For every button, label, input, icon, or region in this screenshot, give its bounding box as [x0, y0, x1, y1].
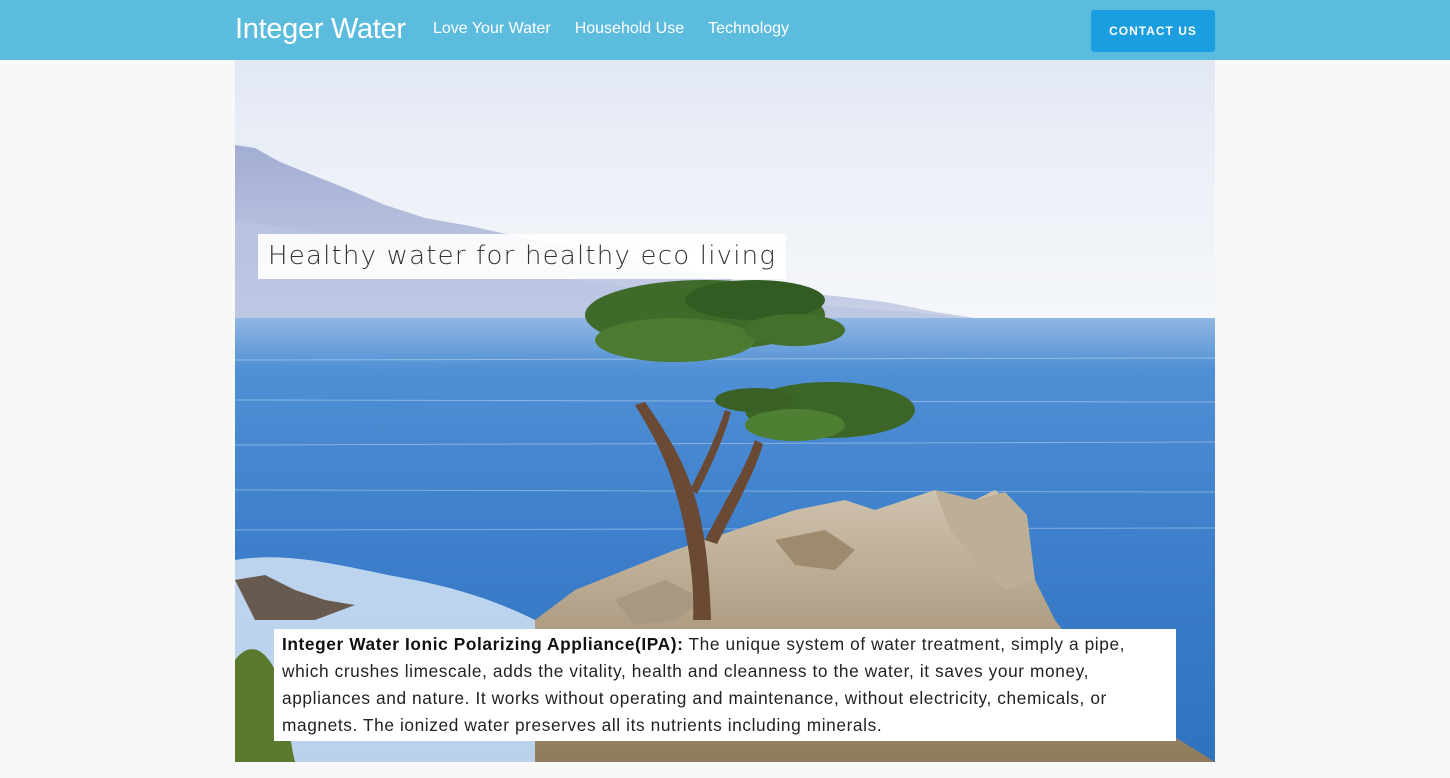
nav-household-use[interactable]: Household Use [575, 19, 684, 39]
site-header: Integer Water Love Your Water Household … [0, 0, 1450, 60]
product-description: Integer Water Ionic Polarizing Appliance… [274, 629, 1176, 741]
hero-section: Healthy water for healthy eco living Int… [235, 60, 1215, 762]
contact-us-button[interactable]: CONTACT US [1091, 10, 1215, 52]
brand-logo[interactable]: Integer Water [235, 12, 406, 46]
main-nav: Love Your Water Household Use Technology [433, 19, 813, 39]
hero-tagline: Healthy water for healthy eco living [258, 234, 787, 279]
nav-technology[interactable]: Technology [708, 19, 789, 39]
product-description-title: Integer Water Ionic Polarizing Appliance… [282, 634, 684, 654]
nav-love-your-water[interactable]: Love Your Water [433, 19, 551, 39]
